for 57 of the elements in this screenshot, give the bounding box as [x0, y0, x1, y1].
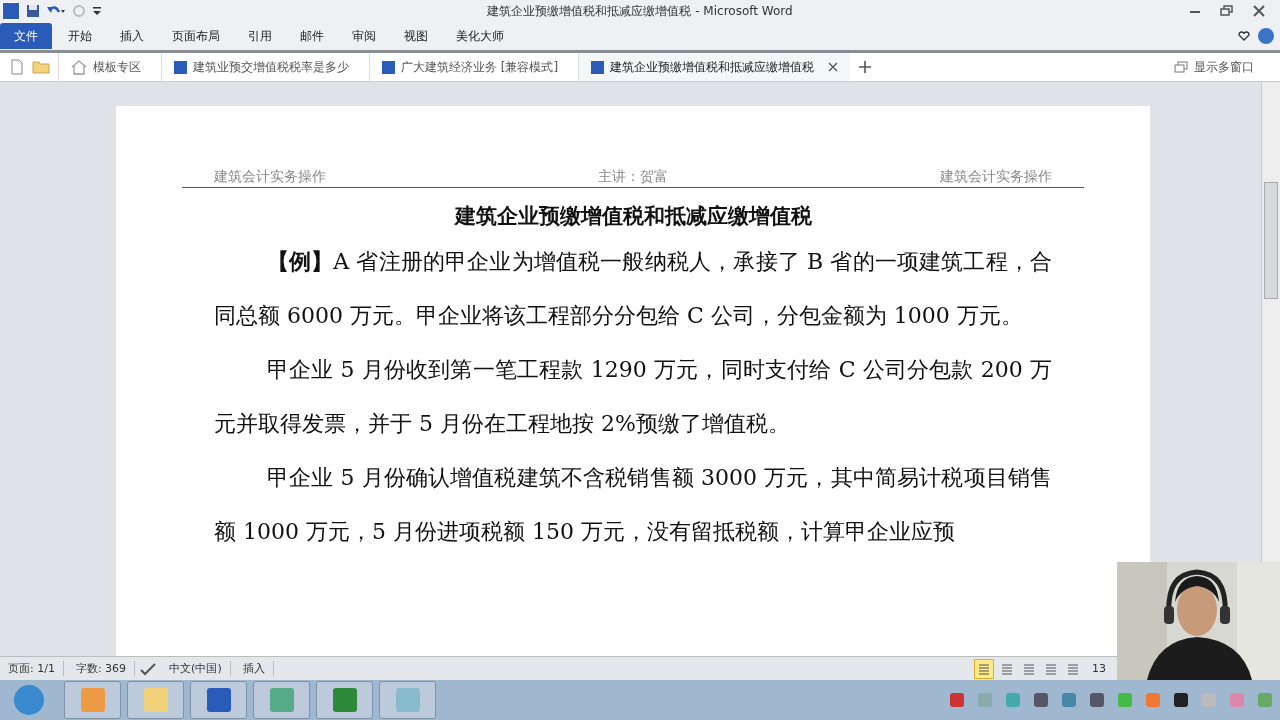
multi-window-button[interactable]: 显示多窗口 [1168, 57, 1260, 77]
view-mode-icon[interactable] [974, 658, 994, 679]
close-icon[interactable] [1252, 5, 1266, 17]
taskbar-app-icon[interactable] [316, 681, 373, 719]
windows-icon [1174, 61, 1188, 73]
document-tab[interactable]: 建筑企业预缴增值税和抵减应缴增值税 [578, 53, 851, 81]
document-icon [174, 60, 187, 74]
taskbar-app-icon[interactable] [190, 681, 247, 719]
document-icon [382, 60, 395, 74]
paragraph: 甲企业 5 月份确认增值税建筑不含税销售额 3000 万元，其中简易计税项目销售额 1000 万元，5 月份进项税额 150 万元，没有留抵税额，计算甲企业应预 [214, 464, 1052, 546]
proofing-icon[interactable] [139, 661, 158, 676]
ribbon-tab[interactable]: 审阅 [340, 23, 388, 49]
restore-icon[interactable] [1220, 5, 1234, 17]
ribbon-tab[interactable]: 视图 [392, 23, 440, 49]
taskbar-app-icon[interactable] [379, 681, 436, 719]
ribbon-tab[interactable]: 邮件 [288, 23, 336, 49]
tray-icon[interactable] [1174, 693, 1188, 707]
vertical-scrollbar[interactable] [1261, 82, 1280, 562]
page-count[interactable]: 页面: 1/1 [0, 661, 64, 676]
customize-caret-icon[interactable] [92, 5, 102, 17]
home-icon [71, 59, 87, 75]
paragraph: 【例】A 省注册的甲企业为增值税一般纳税人，承接了 B 省的一项建筑工程，合同总额 6000 万元。甲企业将该工程部分分包给 C 公司，分包金额为 1000 万元。 [214, 247, 1052, 330]
new-document-icon[interactable] [10, 59, 24, 75]
ribbon-tab[interactable]: 美化大师 [444, 23, 516, 49]
help-icon[interactable] [1258, 28, 1274, 44]
folder-icon[interactable] [32, 60, 50, 74]
document-heading: 建筑企业预缴增值税和抵减应缴增值税 [453, 202, 813, 230]
ribbon-tab[interactable]: 页面布局 [160, 23, 232, 49]
ribbon-tab[interactable]: 开始 [56, 23, 104, 49]
start-button[interactable] [14, 685, 44, 715]
tray-icon[interactable] [1034, 693, 1048, 707]
tray-icon[interactable] [1258, 693, 1272, 707]
close-tab-icon[interactable] [828, 62, 839, 72]
new-tab-icon[interactable] [858, 60, 873, 74]
word-count[interactable]: 字数: 369 [67, 661, 136, 676]
tray-icon[interactable] [950, 693, 964, 707]
save-icon[interactable] [26, 4, 40, 18]
header-text: 建筑会计实务操作 [940, 168, 1052, 186]
ribbon-tab[interactable]: 文件 [0, 23, 52, 49]
word-logo-icon[interactable] [2, 2, 20, 20]
tray-icon[interactable] [1090, 693, 1104, 707]
paragraph: 甲企业 5 月份收到第一笔工程款 1290 万元，同时支付给 C 公司分包款 200 万元并取得发票，并于 5 月份在工程地按 2%预缴了增值税。 [214, 356, 1052, 438]
ribbon-tab[interactable]: 引用 [236, 23, 284, 49]
taskbar-app-icon[interactable] [64, 681, 121, 719]
tray-icon[interactable] [1006, 693, 1020, 707]
tray-icon[interactable] [1062, 693, 1076, 707]
taskbar-app-icon[interactable] [253, 681, 310, 719]
taskbar-app-icon[interactable] [127, 681, 184, 719]
document-icon [591, 60, 605, 74]
window-title: 建筑企业预缴增值税和抵减应缴增值税 - Microsoft Word [487, 2, 793, 20]
language-indicator[interactable]: 中文(中国) [161, 661, 231, 676]
header-text: 建筑会计实务操作 [214, 168, 326, 186]
heart-icon[interactable] [1238, 31, 1250, 41]
header-text: 主讲：贺富 [598, 168, 668, 186]
ribbon-tab[interactable]: 插入 [108, 23, 156, 49]
zoom-level[interactable]: 13 [1092, 662, 1106, 675]
insert-mode-indicator[interactable]: 插入 [234, 661, 274, 676]
